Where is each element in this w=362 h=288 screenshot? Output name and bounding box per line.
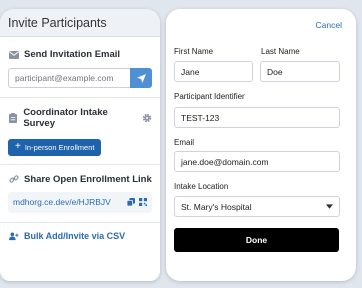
participant-id-label: Participant Identifier bbox=[174, 92, 245, 101]
done-button[interactable]: Done bbox=[174, 228, 339, 252]
caret-down-icon bbox=[326, 204, 333, 209]
intake-location-value: St. Mary's Hospital bbox=[181, 201, 252, 212]
send-email-section-title: Send Invitation Email bbox=[8, 49, 152, 60]
open-link-label: Share Open Enrollment Link bbox=[24, 173, 152, 185]
first-name-field[interactable]: Jane bbox=[174, 61, 253, 82]
invite-email-input[interactable] bbox=[8, 68, 130, 88]
send-invitation-button[interactable] bbox=[130, 68, 152, 88]
copy-icon[interactable] bbox=[127, 198, 135, 206]
enrollment-link-url[interactable]: mdhorg.ce.dev/e/HJRBJV bbox=[13, 197, 111, 207]
gear-icon[interactable] bbox=[142, 113, 152, 124]
in-person-enrollment-label: In-person Enrollment bbox=[24, 142, 95, 152]
email-field[interactable]: jane.doe@domain.com bbox=[174, 151, 340, 172]
first-name-label: First Name bbox=[174, 47, 214, 56]
last-name-field[interactable]: Doe bbox=[260, 61, 340, 82]
qr-code-icon[interactable] bbox=[139, 198, 147, 206]
envelope-icon bbox=[8, 49, 19, 60]
invite-participants-panel: Invite Participants Send Invitation Emai… bbox=[0, 9, 160, 281]
clipboard-icon bbox=[8, 113, 18, 124]
plus-icon: + bbox=[15, 141, 21, 152]
intake-location-select[interactable]: St. Mary's Hospital bbox=[174, 196, 340, 217]
panel-title: Invite Participants bbox=[0, 9, 160, 37]
last-name-label: Last Name bbox=[261, 47, 300, 56]
send-icon bbox=[136, 73, 146, 83]
in-person-enrollment-button[interactable]: + In-person Enrollment bbox=[8, 138, 102, 156]
bulk-add-link[interactable]: Bulk Add/Invite via CSV bbox=[8, 231, 152, 242]
add-user-icon bbox=[8, 231, 19, 242]
send-email-label: Send Invitation Email bbox=[24, 49, 121, 60]
participant-form-panel: Cancel First Name Jane Last Name Doe Par… bbox=[166, 9, 356, 281]
intake-survey-section-title: Coordinator Intake Survey bbox=[8, 107, 152, 129]
cancel-button[interactable]: Cancel bbox=[316, 20, 342, 30]
link-icon bbox=[8, 174, 19, 185]
intake-location-label: Intake Location bbox=[174, 182, 229, 191]
open-link-section-title: Share Open Enrollment Link bbox=[8, 174, 152, 185]
email-label: Email bbox=[174, 138, 195, 147]
intake-survey-label: Coordinator Intake Survey bbox=[23, 107, 108, 129]
bulk-add-label: Bulk Add/Invite via CSV bbox=[24, 231, 126, 241]
participant-id-field[interactable]: TEST-123 bbox=[174, 107, 340, 128]
enrollment-link-box: mdhorg.ce.dev/e/HJRBJV bbox=[8, 191, 152, 213]
